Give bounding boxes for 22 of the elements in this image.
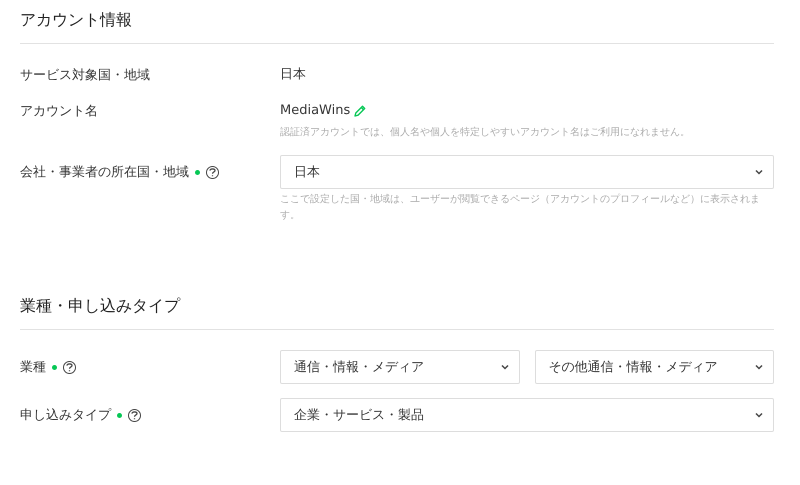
dropdown-select[interactable]: その他通信・情報・メディア (534, 350, 774, 384)
field-value: 日本 (280, 66, 307, 84)
section-title: アカウント情報 (20, 9, 133, 31)
dropdown-select[interactable]: 日本 (280, 155, 774, 189)
help-icon[interactable] (63, 360, 76, 374)
field-label: サービス対象国・地域 (20, 67, 150, 84)
help-icon[interactable] (128, 408, 141, 422)
field-label: 業種 (20, 359, 46, 376)
chevron-down-icon (755, 412, 763, 418)
help-icon[interactable] (206, 166, 219, 178)
field-label: アカウント名 (20, 103, 98, 120)
field-label: 会社・事業者の所在国・地域 (20, 164, 189, 181)
field-note: 認証済アカウントでは、個人名や個人を特定しやすいアカウント名はご利用になれません。 (280, 126, 691, 140)
section-title: 業種・申し込みタイプ (20, 295, 182, 317)
account-name: MediaWins (280, 102, 350, 120)
chevron-down-icon (755, 364, 763, 370)
dropdown-select[interactable]: 通信・情報・メディア (280, 350, 520, 384)
field-note: ここで設定した国・地域は、ユーザーが閲覧できるページ（アカウントのプロフィールなど）に表示されます。 (280, 192, 761, 223)
dropdown-select[interactable]: 企業・サービス・製品 (280, 398, 774, 432)
field-label: 申し込みタイプ (20, 407, 111, 424)
chevron-down-icon (500, 364, 508, 370)
chevron-down-icon (755, 169, 763, 175)
